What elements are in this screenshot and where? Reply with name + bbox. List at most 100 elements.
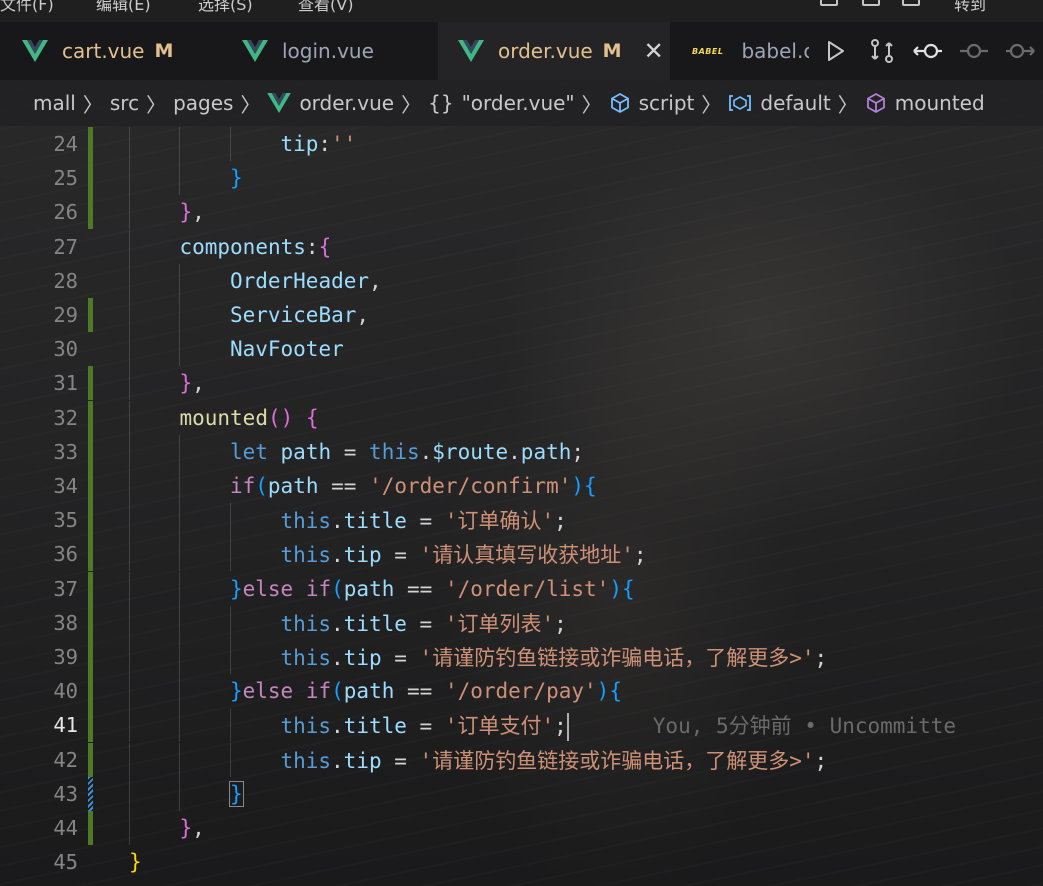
toggle-secondary-sidebar-icon[interactable] (902, 0, 920, 6)
code-token: . (508, 439, 521, 464)
code-token: ; (554, 611, 567, 636)
code-token: this (369, 439, 420, 464)
code-line[interactable]: 43} (0, 776, 1043, 811)
code-line[interactable]: 40}else if(path == '/order/pay'){ (0, 674, 1043, 709)
code-line[interactable]: 44}, (0, 811, 1043, 845)
git-change-marker[interactable] (88, 811, 93, 845)
code-line[interactable]: 32 mounted() { (0, 400, 1043, 435)
breadcrumb-item-script[interactable]: script (609, 91, 694, 115)
code-token: , (369, 268, 382, 293)
tab-cart-vue[interactable]: cart.vue M (0, 22, 220, 80)
git-change-marker[interactable] (88, 503, 93, 538)
code-token: '/order/pay' (444, 679, 597, 704)
breadcrumb-item-pages[interactable]: pages (173, 91, 233, 115)
indent-guide (129, 469, 130, 503)
line-number: 33 (53, 439, 78, 464)
indent-guide (179, 708, 181, 743)
git-change-marker[interactable] (88, 742, 93, 777)
breadcrumb-item-file[interactable]: order.vue (267, 91, 394, 115)
menu-view[interactable]: 查看(V) (298, 0, 353, 15)
code-line[interactable]: 41 this.title = '订单支付'; You, 5分钟前 • Uncomm… (0, 708, 1043, 743)
menu-selection[interactable]: 选择(S) (198, 0, 253, 15)
git-change-marker[interactable] (88, 640, 93, 674)
indent-guide (179, 298, 181, 332)
compare-changes-icon[interactable] (859, 38, 905, 64)
code-line[interactable]: 25} (0, 161, 1043, 196)
code-token: this (280, 509, 332, 534)
tab-babel-config[interactable]: BABEL babel.c (670, 22, 810, 80)
git-change-marker[interactable] (88, 537, 93, 572)
git-change-marker[interactable] (88, 605, 93, 640)
toggle-sidebar-icon[interactable] (820, 0, 838, 6)
go-forward-change-icon[interactable] (997, 40, 1043, 62)
git-change-marker[interactable] (88, 571, 93, 606)
code-token: ( (331, 576, 344, 601)
code-token: else (242, 576, 306, 601)
code-text: }, (179, 371, 204, 395)
code-token: = (343, 439, 370, 464)
code-text: this.title = '订单列表'; (280, 608, 566, 638)
timeline-icon[interactable] (951, 40, 997, 62)
breadcrumb-item-mall[interactable]: mall (33, 91, 76, 115)
git-change-marker[interactable] (88, 469, 93, 503)
tab-login-vue[interactable]: login.vue (220, 22, 438, 80)
text-cursor (566, 712, 569, 741)
breadcrumb-item-src[interactable]: src (110, 91, 139, 115)
breadcrumb-item-mounted[interactable]: mounted (865, 91, 985, 115)
toggle-panel-icon[interactable] (862, 0, 880, 6)
close-icon[interactable]: ✕ (644, 37, 664, 65)
code-token: $route (432, 439, 509, 464)
code-line[interactable]: 39 this.tip = '请谨防钓鱼链接或诈骗电话，了解更多>'; (0, 640, 1043, 674)
code-line[interactable]: 26}, (0, 195, 1043, 230)
code-line[interactable]: 37}else if(path == '/order/list'){ (0, 571, 1043, 606)
code-line[interactable]: 33 let path = this.$route.path; (0, 434, 1043, 469)
code-text: }, (179, 816, 204, 840)
breadcrumb-label: mall (33, 91, 76, 115)
git-change-marker[interactable] (88, 366, 93, 401)
code-line[interactable]: 31}, (0, 366, 1043, 401)
code-line[interactable]: 24 tip:'' (0, 127, 1043, 161)
code-token: '/order/list' (444, 576, 610, 601)
git-change-marker[interactable] (88, 161, 93, 196)
menu-go[interactable]: 转到 (954, 0, 986, 15)
code-line[interactable]: 35 this.title = '订单确认'; (0, 503, 1043, 538)
code-line[interactable]: 36 this.tip = '请认真填写收获地址'; (0, 537, 1043, 572)
git-change-marker[interactable] (88, 195, 93, 230)
code-token: '订单列表' (444, 611, 555, 636)
menu-bar: 文件(F) 编辑(E) 选择(S) 查看(V) 转到 (0, 0, 1043, 22)
code-line[interactable]: 34 if(path == '/order/confirm'){ (0, 469, 1043, 503)
code-editor[interactable]: 24 tip:'' 25} 26}, 27 components:{ 28 OrderHead… (0, 126, 1043, 886)
indent-guide (179, 503, 181, 538)
code-line[interactable]: 27 components:{ (0, 229, 1043, 264)
git-change-marker[interactable] (88, 674, 93, 709)
line-number: 31 (53, 371, 78, 396)
code-token: ) (609, 576, 622, 601)
git-change-marker[interactable] (88, 776, 93, 811)
breadcrumb-item-module[interactable]: {} "order.vue" (428, 91, 575, 115)
menu-edit[interactable]: 编辑(E) (96, 0, 151, 15)
indent-guide (179, 537, 181, 572)
tab-order-vue[interactable]: order.vue M ✕ (438, 22, 670, 80)
line-number: 25 (53, 166, 78, 191)
code-token: path (343, 576, 407, 601)
code-line[interactable]: 30 NavFooter (0, 332, 1043, 367)
menu-file[interactable]: 文件(F) (0, 0, 54, 15)
git-change-marker[interactable] (88, 400, 93, 435)
line-number: 28 (53, 268, 78, 293)
git-change-marker[interactable] (88, 127, 93, 161)
git-change-marker[interactable] (88, 708, 93, 743)
run-icon[interactable] (813, 40, 859, 62)
code-line[interactable]: 28 OrderHeader, (0, 263, 1043, 298)
cube-icon (609, 92, 631, 114)
code-line[interactable]: 29 ServiceBar, (0, 298, 1043, 332)
code-line[interactable]: 42 this.tip = '请谨防钓鱼链接或诈骗电话，了解更多>'; (0, 742, 1043, 777)
code-token: { (318, 234, 332, 259)
go-back-change-icon[interactable] (905, 40, 951, 62)
git-change-marker[interactable] (88, 298, 93, 332)
code-line[interactable]: 45} (0, 845, 1043, 879)
code-line[interactable]: 38 this.title = '订单列表'; (0, 605, 1043, 640)
code-text: OrderHeader, (230, 269, 382, 293)
git-change-marker[interactable] (88, 434, 93, 469)
breadcrumb-label: order.vue (299, 91, 395, 115)
breadcrumb-item-default[interactable]: default (728, 91, 831, 115)
